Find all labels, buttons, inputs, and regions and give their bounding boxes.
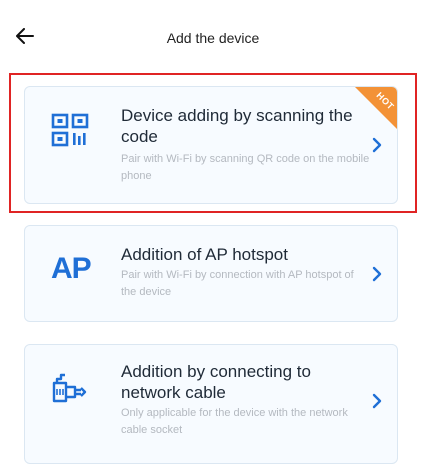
option-network-cable-text: Addition by connecting to network cable …: [121, 361, 371, 439]
option-description: Only applicable for the device with the …: [121, 407, 348, 436]
option-scan-code-text: Device adding by scanning the code Pair …: [121, 105, 371, 185]
qr-code-icon: [51, 113, 91, 152]
option-title: Addition by connecting to network cable: [121, 362, 311, 402]
chevron-right-icon: [372, 393, 382, 409]
ap-hotspot-icon: AP: [51, 252, 92, 285]
chevron-right-icon: [372, 137, 382, 153]
option-title: Device adding by scanning the code: [121, 106, 353, 146]
option-description: Pair with Wi-Fi by scanning QR code on t…: [121, 153, 370, 182]
option-title: Addition of AP hotspot: [121, 245, 288, 264]
option-network-cable[interactable]: Addition by connecting to network cable …: [24, 344, 398, 464]
chevron-right-icon: [372, 266, 382, 282]
option-ap-hotspot[interactable]: AP Addition of AP hotspot Pair with Wi-F…: [24, 225, 398, 322]
network-cable-icon: [51, 373, 91, 410]
option-scan-code[interactable]: HOT Device adding by scanning the code P…: [24, 86, 398, 204]
header-bar: Add the device: [0, 0, 426, 80]
page-title: Add the device: [166, 30, 260, 46]
option-description: Pair with Wi-Fi by connection with AP ho…: [121, 269, 354, 298]
option-ap-hotspot-text: Addition of AP hotspot Pair with Wi-Fi b…: [121, 244, 371, 301]
